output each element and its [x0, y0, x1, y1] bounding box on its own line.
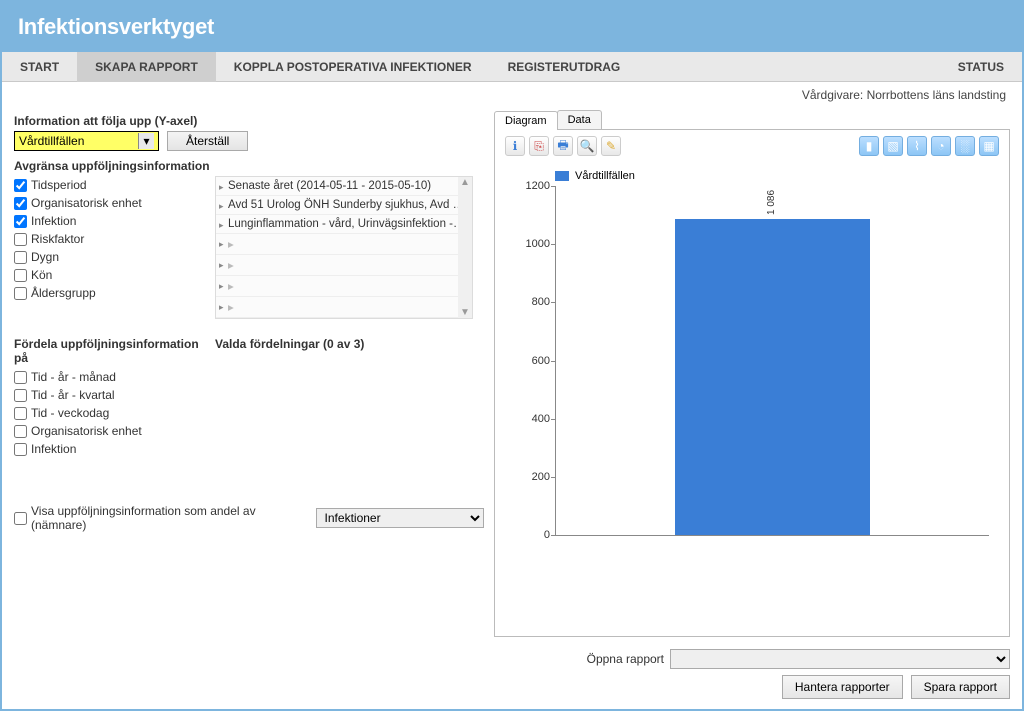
- filters-label: Avgränsa uppföljningsinformation: [14, 159, 484, 173]
- save-report-button[interactable]: Spara rapport: [911, 675, 1010, 699]
- edit-icon[interactable]: ✎: [601, 136, 621, 156]
- filter-label: Riskfaktor: [31, 232, 84, 246]
- chart-plot: 0200400600800100012001 086: [555, 186, 989, 536]
- chart-stacked-icon[interactable]: ▧: [883, 136, 903, 156]
- open-report-label: Öppna rapport: [587, 652, 664, 666]
- distribution-label: Fördela uppföljningsinformation på: [14, 337, 209, 365]
- yaxis-select-value: Vårdtillfällen: [19, 134, 84, 148]
- print-icon[interactable]: 🖶: [553, 136, 573, 156]
- share-label: Visa uppföljningsinformation som andel a…: [31, 504, 312, 532]
- filter-kon-checkbox[interactable]: [14, 269, 27, 282]
- y-tick-label: 600: [514, 355, 550, 367]
- manage-reports-button[interactable]: Hantera rapporter: [782, 675, 903, 699]
- chart-line-icon[interactable]: ⌇: [907, 136, 927, 156]
- dist-infektion-checkbox[interactable]: [14, 443, 27, 456]
- legend: Vårdtillfällen: [555, 170, 989, 182]
- filter-desc-row[interactable]: Senaste året (2014-05-11 - 2015-05-10): [216, 177, 472, 196]
- dist-kvartal-checkbox[interactable]: [14, 389, 27, 402]
- scroll-up-icon[interactable]: ▲: [194, 368, 209, 386]
- dist-manad-checkbox[interactable]: [14, 371, 27, 384]
- filter-desc-row[interactable]: Lunginflammation - vård, Urinvägsinfekti…: [216, 215, 472, 234]
- chart-table-icon[interactable]: ▦: [979, 136, 999, 156]
- filter-label: Åldersgrupp: [31, 286, 96, 300]
- y-tick-label: 1000: [514, 238, 550, 250]
- main-tabs: START SKAPA RAPPORT KOPPLA POSTOPERATIVA…: [2, 52, 1022, 82]
- filter-descriptions: Senaste året (2014-05-11 - 2015-05-10) A…: [215, 176, 473, 319]
- filter-aldersgrupp-checkbox[interactable]: [14, 287, 27, 300]
- chart-bar: [675, 219, 870, 535]
- filter-infektion-checkbox[interactable]: [14, 215, 27, 228]
- scroll-up-icon[interactable]: ▲: [460, 177, 470, 188]
- filter-org-checkbox[interactable]: [14, 197, 27, 210]
- tab-registerutdrag[interactable]: REGISTERUTDRAG: [490, 52, 639, 82]
- reset-button[interactable]: Återställ: [167, 131, 248, 151]
- chart-bar-icon[interactable]: ▮: [859, 136, 879, 156]
- filter-desc-row: ▸: [216, 276, 472, 297]
- tab-koppla[interactable]: KOPPLA POSTOPERATIVA INFEKTIONER: [216, 52, 490, 82]
- filter-label: Tidsperiod: [31, 178, 87, 192]
- filter-desc-row: ▸: [216, 234, 472, 255]
- filter-label: Kön: [31, 268, 52, 282]
- dist-label: Tid - år - kvartal: [31, 388, 115, 402]
- dist-label: Tid - veckodag: [31, 406, 109, 420]
- filter-label: Organisatorisk enhet: [31, 196, 142, 210]
- provider-label: Vårdgivare: Norrbottens läns landsting: [2, 82, 1022, 102]
- legend-text: Vårdtillfällen: [575, 170, 635, 182]
- tab-skapa-rapport[interactable]: SKAPA RAPPORT: [77, 52, 216, 82]
- inner-tab-data[interactable]: Data: [557, 110, 602, 129]
- dist-veckodag-checkbox[interactable]: [14, 407, 27, 420]
- page-title: Infektionsverktyget: [2, 2, 1022, 52]
- y-tick-label: 0: [514, 529, 550, 541]
- dist-label: Infektion: [31, 442, 76, 456]
- filter-dygn-checkbox[interactable]: [14, 251, 27, 264]
- scrollbar[interactable]: ▲: [195, 368, 209, 478]
- share-select[interactable]: Infektioner: [316, 508, 484, 528]
- tab-status[interactable]: STATUS: [940, 60, 1022, 74]
- chart-pie-icon[interactable]: ◔: [931, 136, 951, 156]
- scroll-down-icon[interactable]: ▼: [460, 307, 470, 318]
- yaxis-label: Information att följa upp (Y-axel): [14, 114, 484, 128]
- y-tick-label: 800: [514, 296, 550, 308]
- y-tick-label: 400: [514, 413, 550, 425]
- zoom-icon[interactable]: 🔍: [577, 136, 597, 156]
- dist-org-checkbox[interactable]: [14, 425, 27, 438]
- filter-tidsperiod-checkbox[interactable]: [14, 179, 27, 192]
- filter-desc-row: ▸: [216, 297, 472, 318]
- chevron-down-icon: ▾: [138, 133, 154, 149]
- filter-label: Infektion: [31, 214, 76, 228]
- y-tick-label: 1200: [514, 180, 550, 192]
- dist-label: Tid - år - månad: [31, 370, 116, 384]
- filter-riskfaktor-checkbox[interactable]: [14, 233, 27, 246]
- bar-value-label: 1 086: [766, 190, 777, 215]
- y-tick-label: 200: [514, 471, 550, 483]
- tab-start[interactable]: START: [2, 52, 77, 82]
- export-icon[interactable]: ⎘: [529, 136, 549, 156]
- scrollbar[interactable]: ▲▼: [458, 177, 472, 318]
- filter-desc-row[interactable]: Avd 51 Urolog ÖNH Sunderby sjukhus, Avd …: [216, 196, 472, 215]
- filter-desc-row: ▸: [216, 255, 472, 276]
- share-checkbox[interactable]: [14, 512, 27, 525]
- chart-area-icon[interactable]: ░: [955, 136, 975, 156]
- inner-tab-diagram[interactable]: Diagram: [494, 111, 558, 130]
- open-report-select[interactable]: [670, 649, 1010, 669]
- yaxis-select[interactable]: Vårdtillfällen ▾: [14, 131, 159, 151]
- selected-distributions-label: Valda fördelningar (0 av 3): [215, 337, 484, 351]
- dist-label: Organisatorisk enhet: [31, 424, 142, 438]
- filter-label: Dygn: [31, 250, 59, 264]
- scroll-thumb[interactable]: [196, 406, 208, 436]
- info-icon[interactable]: ℹ: [505, 136, 525, 156]
- legend-swatch: [555, 171, 569, 181]
